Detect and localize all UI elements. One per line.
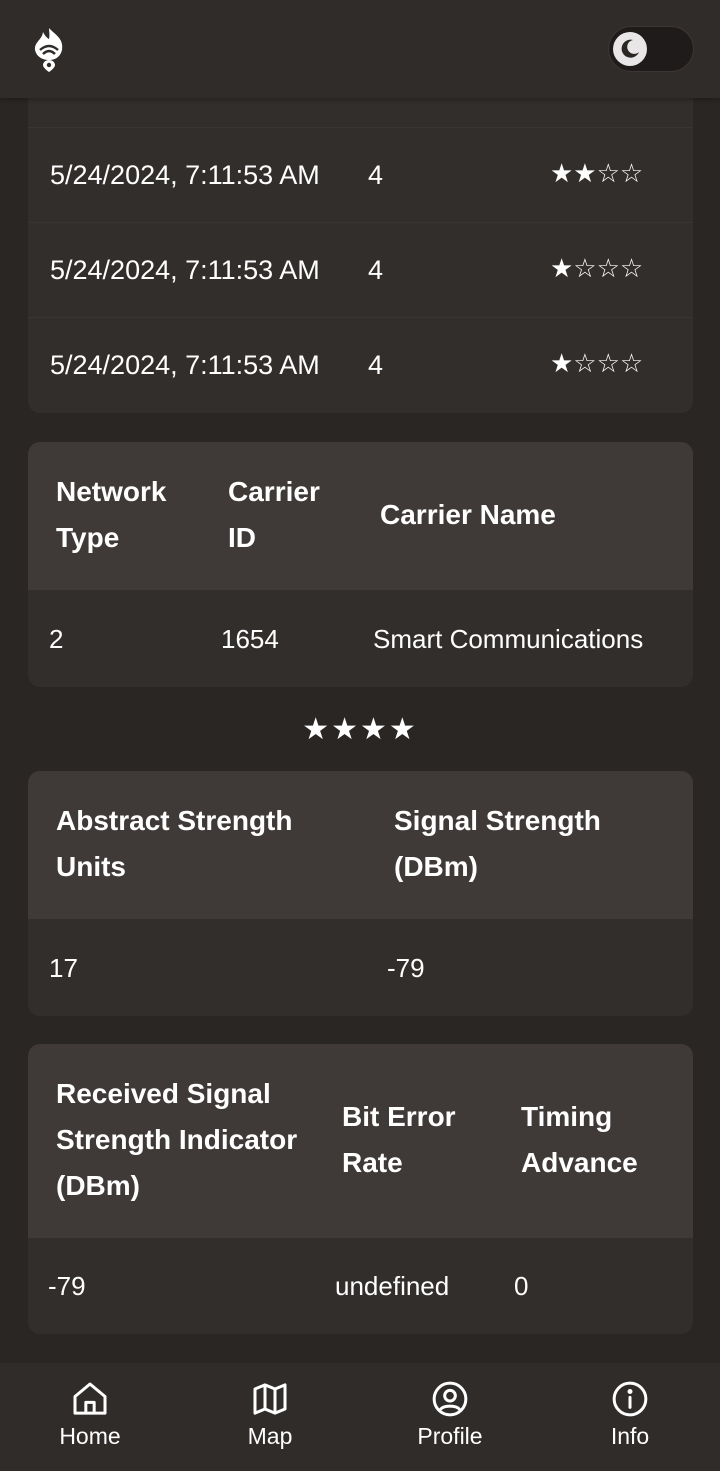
nav-info-label: Info — [610, 1423, 650, 1449]
table-header: Received Signal Strength Indicator (DBm)… — [28, 1044, 693, 1238]
cell-rssi: -79 — [48, 1271, 86, 1301]
theme-toggle[interactable] — [608, 26, 694, 72]
nav-home[interactable]: Home — [30, 1379, 150, 1450]
strength-table: Abstract Strength Units Signal Strength … — [28, 771, 693, 1016]
table-header: Network Type Carrier ID Carrier Name — [28, 442, 693, 590]
header-rssi: Received Signal Strength Indicator (DBm) — [56, 1078, 298, 1201]
header-carrier-name: Carrier Name — [380, 499, 556, 530]
signal-table: Received Signal Strength Indicator (DBm)… — [28, 1044, 693, 1334]
nav-info[interactable]: Info — [570, 1379, 690, 1450]
header-carrier-id: Carrier ID — [228, 476, 320, 553]
nav-map-label: Map — [247, 1423, 293, 1449]
bottom-navigation: Home Map Profile Info — [0, 1363, 720, 1471]
header-bit-error-rate: Bit Error Rate — [342, 1101, 456, 1178]
signal-rating-stars: ★★★★ — [302, 713, 418, 746]
row-rating-stars: ★★☆☆ — [550, 158, 644, 188]
table-header: Abstract Strength Units Signal Strength … — [28, 771, 693, 919]
nav-home-label: Home — [59, 1423, 121, 1449]
nav-map[interactable]: Map — [210, 1379, 330, 1450]
row-value: 4 — [368, 255, 384, 285]
header-signal-strength: Signal Strength (DBm) — [394, 805, 601, 882]
cell-carrier-name: Smart Communications — [373, 624, 644, 654]
header-abstract-strength-units: Abstract Strength Units — [56, 805, 293, 882]
profile-icon — [432, 1381, 468, 1417]
flame-pin-icon[interactable] — [30, 26, 68, 72]
cell-bit-error-rate: undefined — [335, 1271, 450, 1301]
network-table: Network Type Carrier ID Carrier Name 2 1… — [28, 442, 693, 687]
info-icon — [612, 1381, 648, 1417]
table-row: 5/24/2024, 7:11:53 AM 4 ★★☆☆ — [28, 127, 693, 222]
row-date: 5/24/2024, 7:11:53 AM — [50, 350, 320, 380]
row-date: 5/24/2024, 7:11:53 AM — [50, 160, 320, 190]
top-app-bar — [0, 0, 720, 98]
cell-abstract-strength-units: 17 — [49, 953, 78, 983]
table-row: 5/24/2024, 7:11:53 AM 4 ★☆☆☆ — [28, 222, 693, 317]
log-table: 5/24/2024, 7:11:53 AM 4 ★★☆☆ 5/24/2024, … — [28, 70, 693, 413]
cell-signal-strength: -79 — [387, 953, 425, 983]
moon-icon — [613, 32, 647, 66]
cell-carrier-id: 1654 — [221, 624, 279, 654]
row-rating-stars: ★☆☆☆ — [550, 253, 644, 283]
row-rating-stars: ★☆☆☆ — [550, 348, 644, 378]
home-icon — [73, 1382, 107, 1415]
row-date: 5/24/2024, 7:11:53 AM — [50, 255, 320, 285]
nav-profile-label: Profile — [417, 1423, 483, 1449]
cell-timing-advance: 0 — [514, 1271, 529, 1301]
map-icon — [253, 1383, 287, 1415]
row-value: 4 — [368, 350, 384, 380]
header-timing-advance: Timing Advance — [521, 1101, 638, 1178]
table-row: 5/24/2024, 7:11:53 AM 4 ★☆☆☆ — [28, 317, 693, 412]
row-value: 4 — [368, 160, 384, 190]
nav-profile[interactable]: Profile — [390, 1379, 510, 1450]
cell-network-type: 2 — [49, 624, 64, 654]
header-network-type: Network Type — [56, 476, 167, 553]
